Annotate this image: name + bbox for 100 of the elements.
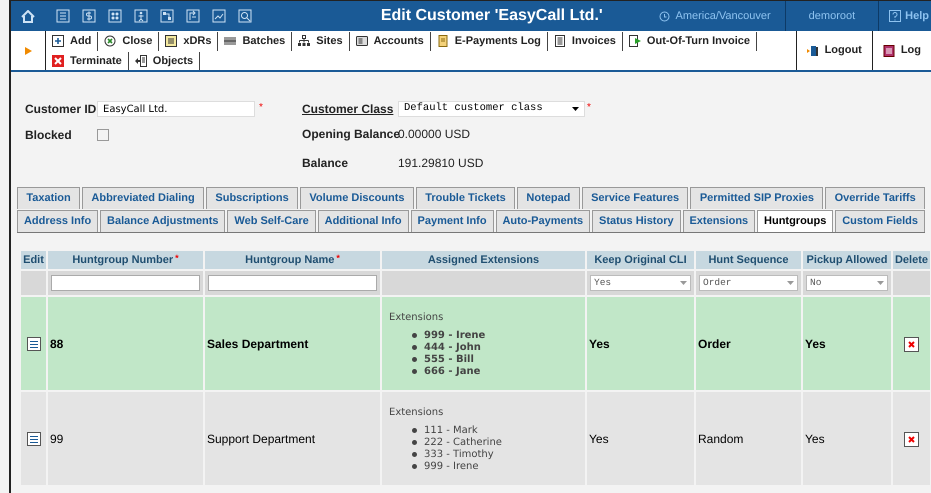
delete-button[interactable] bbox=[904, 336, 919, 352]
tab[interactable]: Trouble Tickets bbox=[416, 187, 516, 209]
nodes-icon bbox=[160, 9, 174, 23]
tab[interactable]: Additional Info bbox=[318, 210, 409, 232]
extension-item: 666 - Jane bbox=[424, 366, 480, 378]
lines-icon bbox=[30, 340, 38, 348]
close-button[interactable]: Close bbox=[98, 32, 160, 50]
field-value: 191.29810 USD bbox=[398, 154, 484, 172]
document-icon bbox=[165, 35, 178, 48]
add-button[interactable]: Add bbox=[46, 32, 98, 50]
lines-icon bbox=[30, 436, 38, 442]
delete-button[interactable] bbox=[904, 432, 919, 446]
logout-button[interactable]: Logout bbox=[796, 31, 872, 70]
bullet-icon bbox=[412, 345, 417, 350]
column-header: Assigned Extensions bbox=[428, 254, 540, 266]
filter-dropdown[interactable]: Order bbox=[699, 275, 798, 291]
table-cell: Order bbox=[698, 336, 731, 350]
extension-item: 444 - John bbox=[424, 342, 481, 354]
folder-icon bbox=[436, 35, 449, 48]
tab[interactable]: Abbreviated Dialing bbox=[82, 187, 204, 209]
extensions-heading: Extensions bbox=[389, 406, 444, 420]
page-icon bbox=[554, 35, 566, 48]
tab[interactable]: Status History bbox=[592, 210, 681, 232]
column-header: Delete bbox=[894, 254, 928, 266]
extension-item: 111 - Mark bbox=[424, 424, 478, 436]
tab[interactable]: Address Info bbox=[17, 210, 98, 232]
filter-field[interactable] bbox=[208, 275, 377, 291]
column-header: Keep Original CLI bbox=[594, 254, 687, 266]
customer-class-link[interactable]: Customer Class bbox=[302, 100, 398, 118]
bullet-icon bbox=[412, 440, 417, 445]
required-mark: * bbox=[175, 252, 179, 263]
table-cell: Support Department bbox=[207, 432, 316, 446]
cross-square-icon bbox=[52, 54, 64, 67]
list-icon bbox=[56, 9, 70, 23]
card-icon bbox=[356, 35, 368, 48]
tab[interactable]: Balance Adjustments bbox=[100, 210, 226, 232]
log-button[interactable]: Log bbox=[872, 31, 931, 70]
column-header: Pickup Allowed bbox=[806, 254, 888, 266]
accounts-button[interactable]: Accounts bbox=[350, 32, 431, 50]
window-title: Edit Customer 'EasyCall Ltd.' bbox=[380, 6, 604, 26]
tab[interactable]: Service Features bbox=[582, 187, 688, 209]
blocked-checkbox[interactable] bbox=[97, 129, 109, 141]
person-icon bbox=[134, 9, 148, 23]
column-header: Hunt Sequence bbox=[708, 254, 789, 266]
caret-icon bbox=[680, 281, 687, 285]
table-cell: Yes bbox=[589, 432, 609, 446]
x-icon bbox=[908, 436, 915, 442]
tab[interactable]: Extensions bbox=[682, 210, 756, 232]
xdrs-button[interactable]: xDRs bbox=[159, 32, 218, 50]
caret-icon bbox=[787, 281, 794, 285]
table-cell: Yes bbox=[589, 336, 610, 350]
page-play-icon bbox=[628, 35, 641, 48]
extension-item: 999 - Irene bbox=[424, 460, 479, 472]
table-cell: 99 bbox=[50, 432, 64, 446]
field-label: Customer ID bbox=[25, 101, 97, 118]
dollar-icon bbox=[82, 9, 96, 23]
edit-button[interactable] bbox=[26, 337, 40, 351]
caret-icon bbox=[877, 281, 884, 285]
table-cell: 88 bbox=[50, 336, 64, 350]
column-header: Edit bbox=[23, 254, 44, 266]
triangle-icon bbox=[24, 46, 32, 54]
table-cell: Yes bbox=[805, 336, 826, 350]
tab[interactable]: Notepad bbox=[517, 187, 580, 209]
bullet-icon bbox=[412, 333, 417, 338]
arrow-panel-icon bbox=[134, 54, 147, 67]
tab[interactable]: Custom Fields bbox=[835, 210, 925, 232]
x-icon bbox=[908, 340, 915, 348]
tab[interactable]: Override Tariffs bbox=[825, 187, 926, 209]
invoices-button[interactable]: Invoices bbox=[548, 32, 623, 50]
tab[interactable]: Volume Discounts bbox=[300, 187, 414, 209]
bullet-icon bbox=[412, 369, 417, 374]
terminate-button[interactable]: Terminate bbox=[46, 52, 129, 70]
tab[interactable]: Subscriptions bbox=[206, 187, 298, 209]
required-mark: * bbox=[336, 252, 340, 263]
tab[interactable]: Auto-Payments bbox=[496, 210, 590, 232]
tab[interactable]: Huntgroups bbox=[757, 210, 834, 232]
bullet-icon bbox=[412, 357, 417, 362]
edit-button[interactable] bbox=[26, 432, 40, 446]
required-mark: * bbox=[259, 101, 263, 115]
tab[interactable]: Payment Info bbox=[410, 210, 494, 232]
column-header: Huntgroup Name bbox=[245, 254, 334, 266]
tab[interactable]: Web Self-Care bbox=[227, 210, 316, 232]
tab[interactable]: Permitted SIP Proxies bbox=[690, 187, 824, 209]
filter-field[interactable] bbox=[51, 275, 200, 291]
customer-id-field[interactable]: EasyCall Ltd. bbox=[97, 101, 255, 117]
field-label: Balance bbox=[302, 154, 350, 172]
ledger-icon bbox=[882, 44, 895, 56]
extension-item: 333 - Timothy bbox=[424, 448, 494, 460]
search-icon bbox=[238, 9, 252, 23]
column-header: Huntgroup Number bbox=[72, 254, 174, 266]
customer-class-dropdown[interactable]: Default customer class bbox=[398, 101, 585, 117]
filter-dropdown[interactable]: No bbox=[806, 275, 888, 291]
sites-button[interactable]: Sites bbox=[292, 32, 350, 50]
home-icon bbox=[21, 10, 35, 22]
filter-dropdown[interactable]: Yes bbox=[590, 275, 691, 291]
out-of-turn-invoice-button[interactable]: Out-Of-Turn Invoice bbox=[622, 32, 757, 50]
epayments-log-button[interactable]: E-Payments Log bbox=[430, 32, 548, 50]
batches-button[interactable]: Batches bbox=[218, 32, 292, 50]
objects-button[interactable]: Objects bbox=[128, 52, 200, 70]
tab[interactable]: Taxation bbox=[17, 187, 80, 209]
